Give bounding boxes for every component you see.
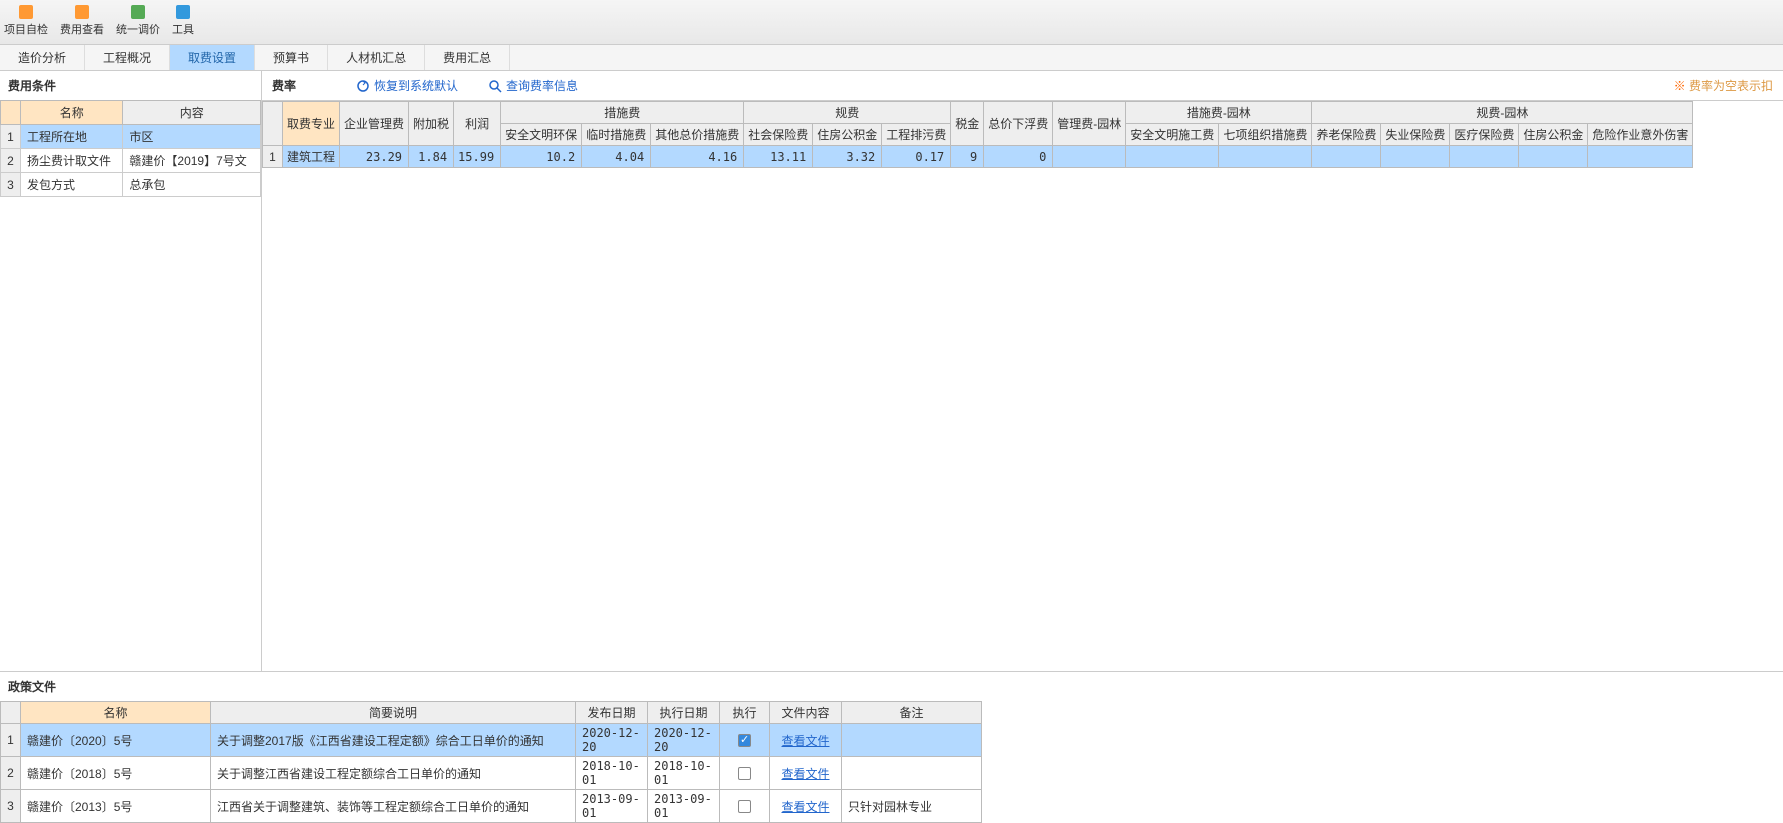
view-file-link[interactable]: 查看文件 [781,734,829,748]
tab-4[interactable]: 人材机汇总 [328,45,425,70]
tab-0[interactable]: 造价分析 [0,45,85,70]
cond-header-name: 名称 [21,101,123,125]
policy-docs-title: 政策文件 [0,672,1783,701]
tab-2[interactable]: 取费设置 [170,45,255,70]
tools-icon [173,2,193,22]
rate-title: 费率 [272,77,296,94]
exec-checkbox[interactable] [738,800,751,813]
self-check-icon [16,2,36,22]
restore-default-button[interactable]: 恢复到系统默认 [356,77,458,94]
rate-note: 费率为空表示扣 [1674,77,1773,94]
query-rate-button[interactable]: 查询费率信息 [488,77,578,94]
rate-table: 取费专业 企业管理费 附加税 利润 措施费 规费 税金 总价下浮费 管理费-园林… [262,101,1693,168]
search-icon [488,79,502,93]
cond-header-content: 内容 [123,101,261,125]
cost-condition-table: 名称 内容 1工程所在地市区2扬尘费计取文件赣建价【2019】7号文3发包方式总… [0,100,261,197]
rate-row[interactable]: 1建筑工程23.291.8415.9910.24.044.1613.113.32… [263,146,1693,168]
cond-row[interactable]: 1工程所在地市区 [1,125,261,149]
view-file-link[interactable]: 查看文件 [781,800,829,814]
view-file-link[interactable]: 查看文件 [781,767,829,781]
refresh-icon [356,79,370,93]
main-tabs: 造价分析工程概况取费设置预算书人材机汇总费用汇总 [0,45,1783,71]
tab-3[interactable]: 预算书 [255,45,328,70]
tab-1[interactable]: 工程概况 [85,45,170,70]
tab-5[interactable]: 费用汇总 [425,45,510,70]
cond-row[interactable]: 3发包方式总承包 [1,173,261,197]
cost-view-icon [72,2,92,22]
uniform-adjust-icon [128,2,148,22]
doc-row[interactable]: 3 赣建价〔2013〕5号 江西省关于调整建筑、装饰等工程定额综合工日单价的通知… [1,790,982,823]
toolbar-self-check[interactable]: 项目自检 [4,2,48,37]
toolbar-cost-view[interactable]: 费用查看 [60,2,104,37]
exec-checkbox[interactable] [738,767,751,780]
main-toolbar: 项目自检费用查看统一调价工具 [0,0,1783,45]
policy-docs-table: 名称 简要说明 发布日期 执行日期 执行 文件内容 备注 1 赣建价〔2020〕… [0,701,982,823]
cond-row[interactable]: 2扬尘费计取文件赣建价【2019】7号文 [1,149,261,173]
exec-checkbox[interactable] [738,734,751,747]
toolbar-uniform-adjust[interactable]: 统一调价 [116,2,160,37]
cost-condition-title: 费用条件 [0,71,261,100]
toolbar-tools[interactable]: 工具 [172,2,194,37]
doc-row[interactable]: 1 赣建价〔2020〕5号 关于调整2017版《江西省建设工程定额》综合工日单价… [1,724,982,757]
doc-row[interactable]: 2 赣建价〔2018〕5号 关于调整江西省建设工程定额综合工日单价的通知 201… [1,757,982,790]
